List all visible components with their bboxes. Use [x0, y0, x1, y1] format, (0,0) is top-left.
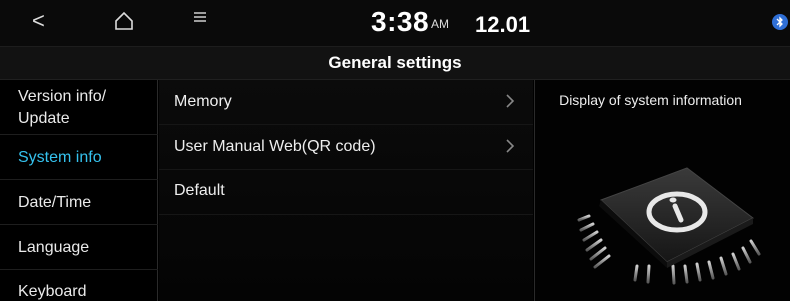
bluetooth-icon [772, 14, 788, 30]
list-item-memory[interactable]: Memory [159, 80, 533, 124]
home-icon[interactable] [113, 10, 135, 32]
sidebar-divider [0, 269, 158, 270]
detail-caption: Display of system information [559, 92, 742, 108]
list-item-label: User Manual Web(QR code) [174, 138, 376, 155]
sidebar-item-language[interactable]: Language [0, 237, 158, 259]
menu-icon[interactable] [193, 10, 207, 24]
list-item-label: Default [174, 182, 225, 199]
page-title: General settings [328, 53, 462, 72]
sidebar-item-system-info[interactable]: System info [0, 147, 158, 169]
sidebar-divider [0, 179, 158, 180]
system-info-chip-icon [577, 167, 761, 285]
list-item-default[interactable]: Default [159, 170, 533, 214]
sidebar: Version info/ Update System info Date/Ti… [0, 80, 158, 301]
sidebar-divider [0, 224, 158, 225]
clock-ampm: AM [431, 17, 449, 31]
list-item-user-manual[interactable]: User Manual Web(QR code) [159, 125, 533, 169]
clock-time: 3:38 [371, 6, 430, 37]
top-bar: < 3:38 AM 12.01 [0, 0, 790, 46]
sidebar-item-keyboard[interactable]: Keyboard [0, 281, 158, 301]
back-icon[interactable]: < [32, 8, 45, 34]
list-item-label: Memory [174, 93, 232, 110]
date-display: 12.01 [475, 12, 531, 37]
chevron-right-icon [506, 139, 515, 153]
sidebar-item-date-time[interactable]: Date/Time [0, 192, 158, 214]
settings-list: Memory User Manual Web(QR code) Default [159, 80, 533, 301]
sidebar-item-version-info[interactable]: Version info/ Update [0, 86, 158, 130]
title-bar: General settings [0, 46, 790, 80]
sidebar-divider [0, 134, 158, 135]
chevron-right-icon [506, 94, 515, 108]
detail-panel: Display of system information [534, 80, 790, 301]
list-divider [159, 214, 533, 215]
